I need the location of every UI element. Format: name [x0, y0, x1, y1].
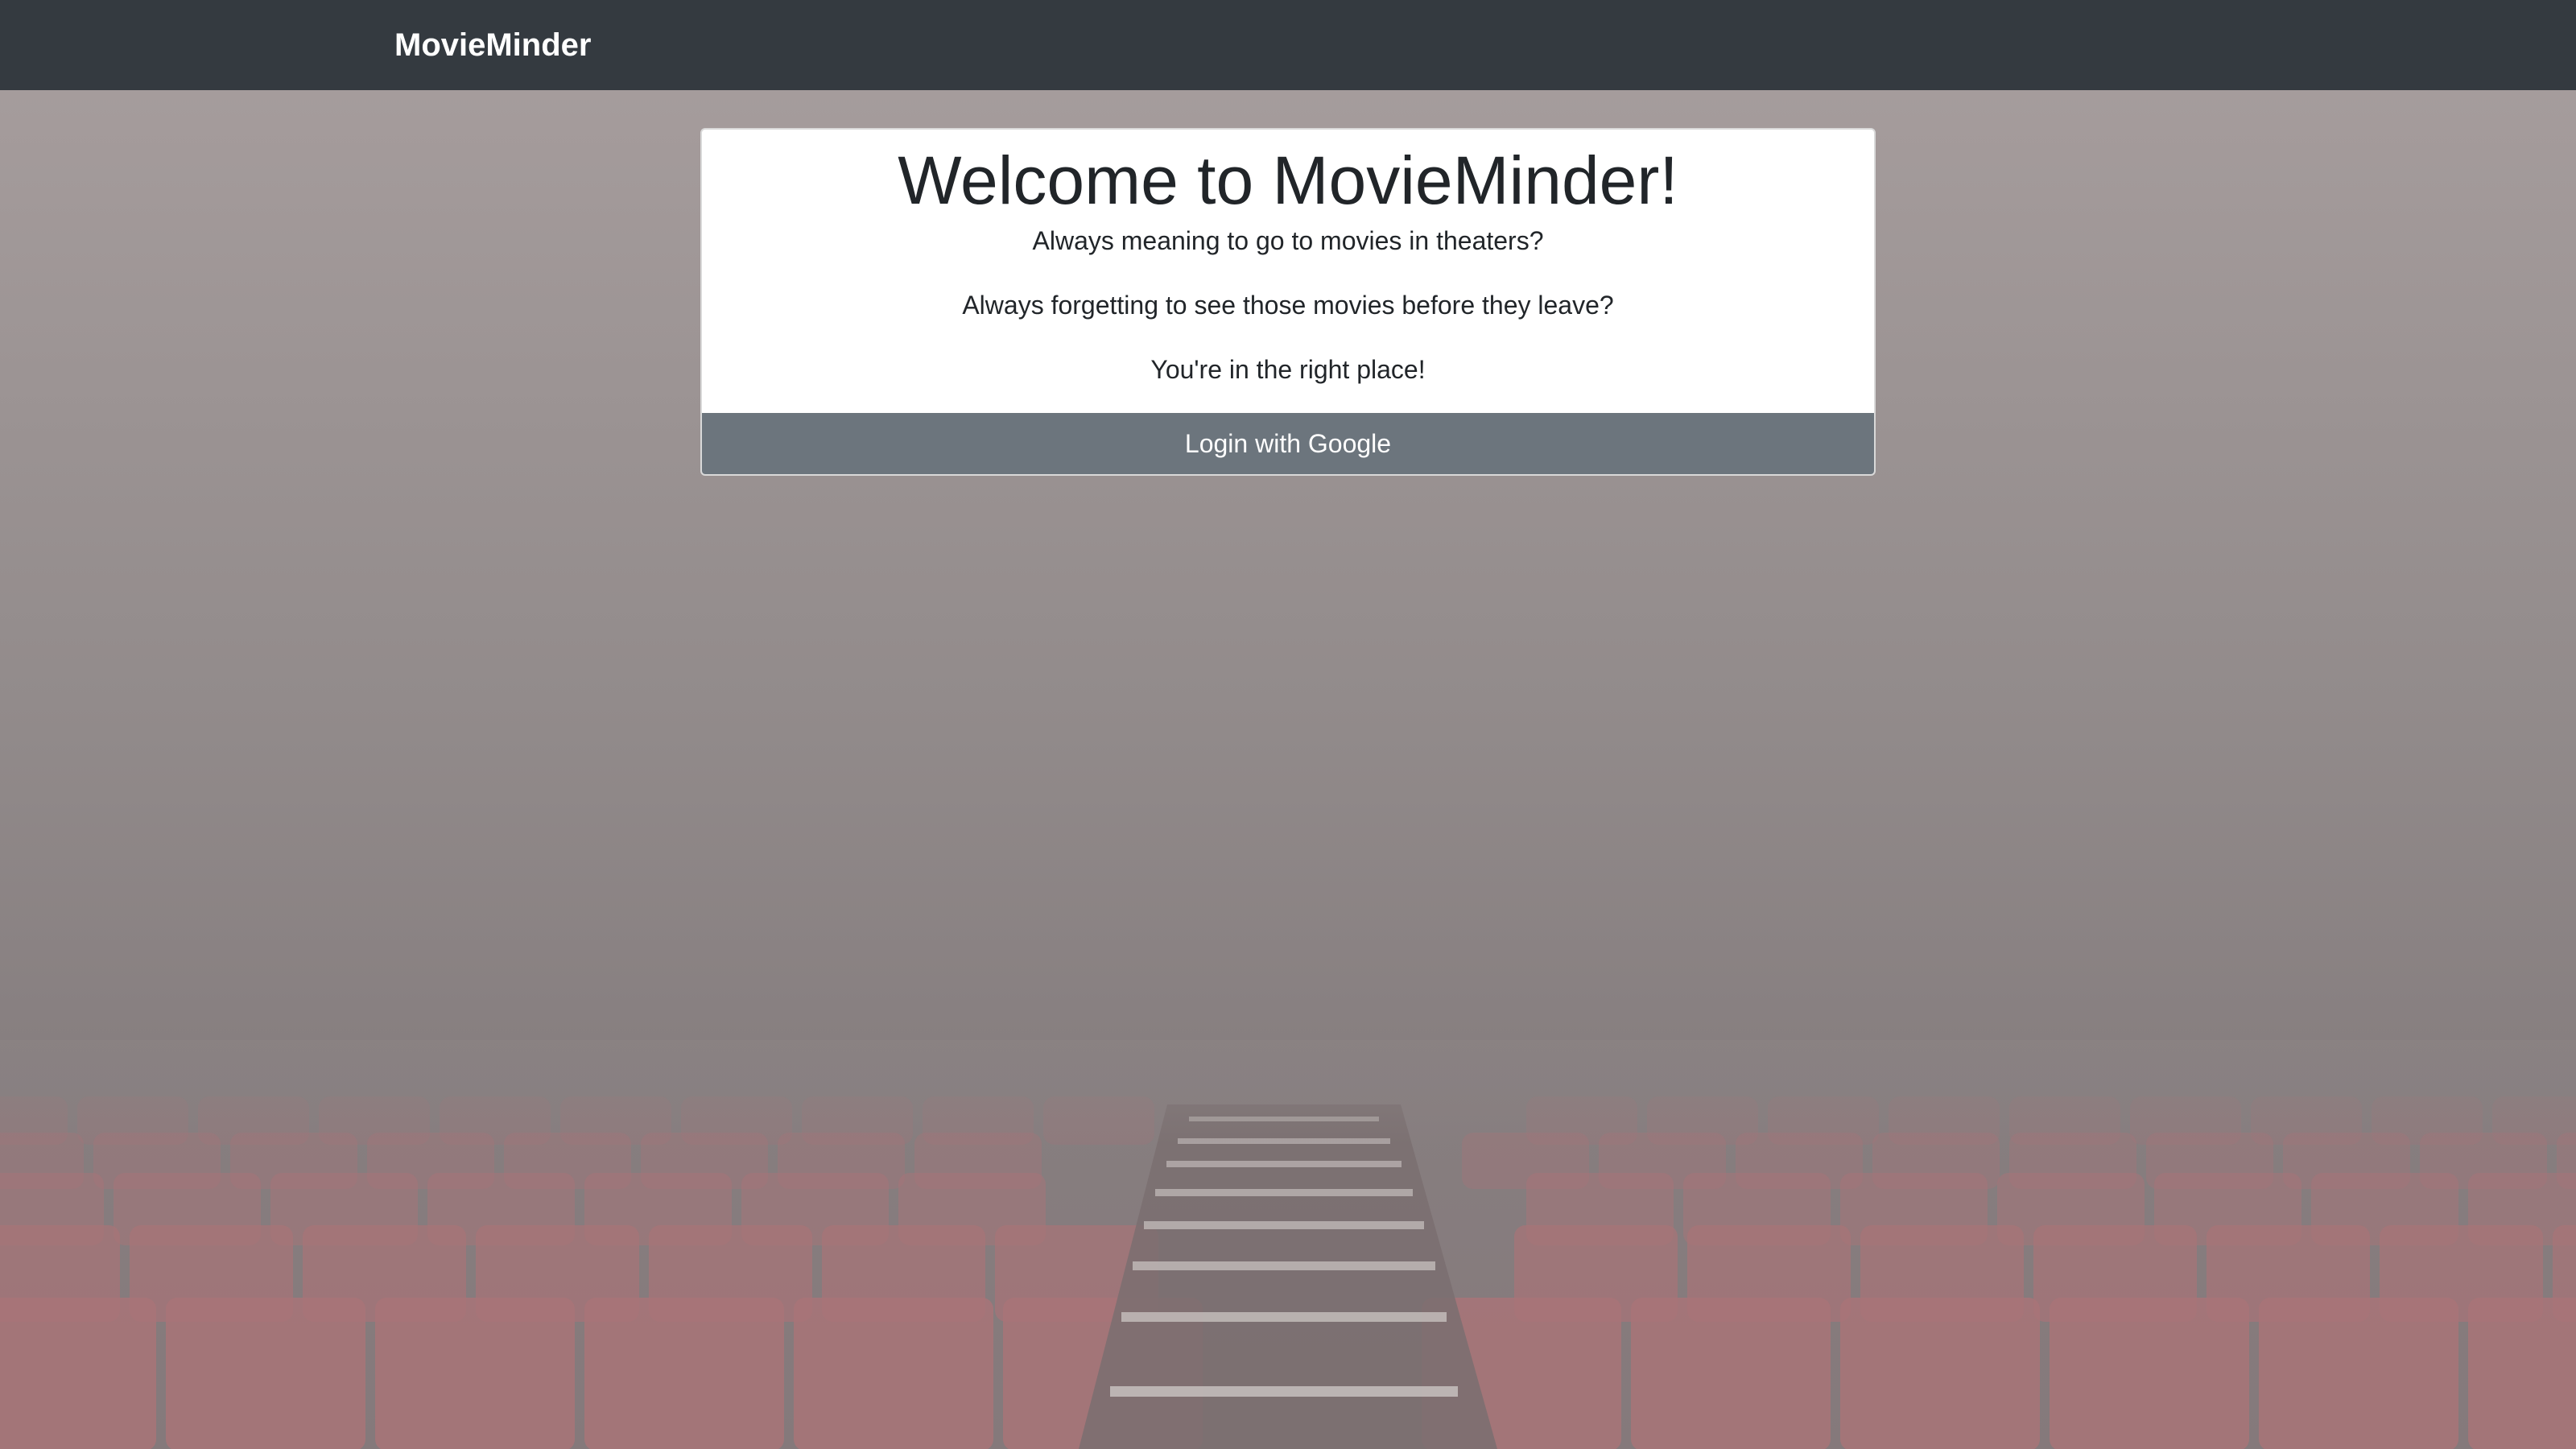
brand-logo-text[interactable]: MovieMinder: [394, 24, 591, 66]
tagline-question-2: Always forgetting to see those movies be…: [962, 291, 1614, 320]
aisle-step: [1155, 1189, 1413, 1196]
theater-seat: [2468, 1298, 2576, 1449]
aisle-step: [1166, 1161, 1402, 1167]
theater-seat: [1631, 1298, 1831, 1449]
aisle-step: [1110, 1386, 1458, 1397]
aisle-step: [1133, 1261, 1435, 1270]
theater-seat: [375, 1298, 575, 1449]
theater-seat: [2259, 1298, 2458, 1449]
tagline-question-1: Always meaning to go to movies in theate…: [1032, 226, 1544, 255]
theater-seat: [794, 1298, 993, 1449]
theater-seat: [0, 1298, 156, 1449]
theater-seat: [584, 1298, 784, 1449]
top-navbar: MovieMinder: [0, 0, 2576, 90]
welcome-card: Welcome to MovieMinder! Always meaning t…: [700, 128, 1876, 476]
aisle-step: [1121, 1312, 1447, 1322]
theater-seat: [2050, 1298, 2249, 1449]
theater-seat: [166, 1298, 365, 1449]
login-with-google-button[interactable]: Login with Google: [702, 413, 1874, 474]
theater-seat: [1840, 1298, 2040, 1449]
page-title: Welcome to MovieMinder!: [898, 142, 1678, 218]
aisle-step: [1144, 1221, 1424, 1229]
tagline-statement: You're in the right place!: [1150, 355, 1426, 384]
